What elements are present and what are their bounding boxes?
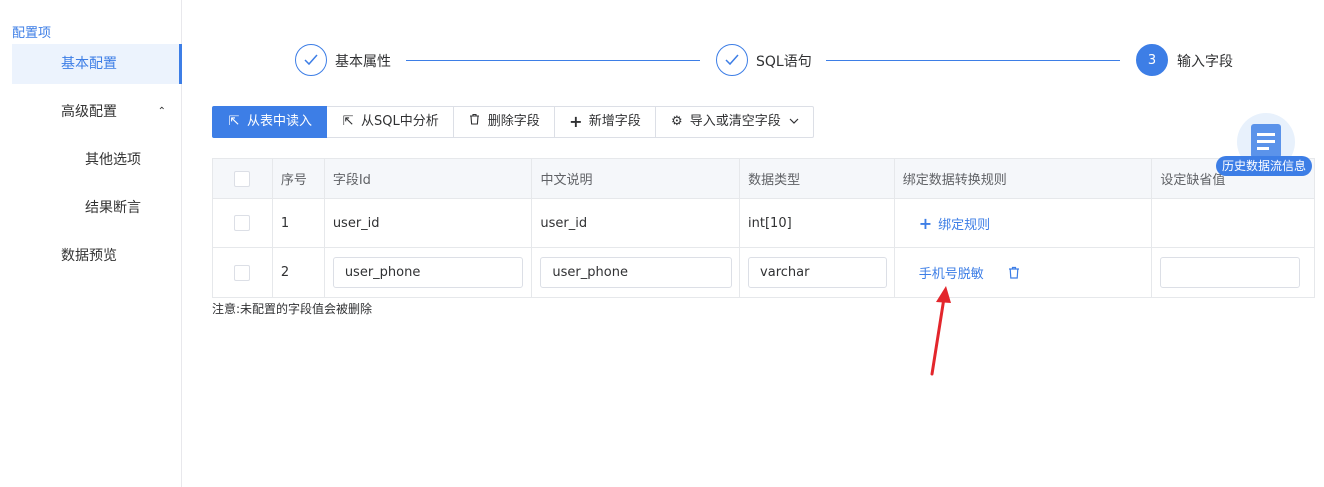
import-clear-dropdown[interactable]: ⚙ 导入或清空字段 (655, 106, 814, 138)
default-cell (1152, 248, 1314, 297)
sidebar-item-data-preview[interactable]: 数据预览 (12, 236, 182, 276)
sidebar-item-label: 基本配置 (61, 56, 117, 72)
header-cell: 字段Id (325, 159, 533, 198)
desc-cell: user_id (532, 199, 741, 247)
sidebar-item-basic-config[interactable]: 基本配置 (12, 44, 182, 84)
analyze-sql-button[interactable]: ⇱ 从SQL中分析 (327, 106, 454, 138)
annotation-arrow-icon (930, 286, 951, 376)
step-2-done-icon (716, 44, 748, 76)
index-cell: 2 (273, 248, 325, 297)
step-label: SQL语句 (756, 54, 812, 70)
history-dataflow-label[interactable]: 历史数据流信息 (1216, 156, 1313, 176)
default-value-input[interactable] (1160, 257, 1301, 288)
row-checkbox[interactable] (234, 264, 251, 281)
trash-icon[interactable] (1008, 266, 1020, 279)
step-label: 基本属性 (335, 54, 391, 70)
button-label: 删除字段 (487, 114, 540, 129)
header-cell: 中文说明 (532, 159, 741, 198)
plus-icon: + (569, 112, 583, 131)
row-checkbox-cell (213, 199, 273, 247)
toolbar: ⇱ 从表中读入 ⇱ 从SQL中分析 删除字段 + 新增字段 ⚙ 导入或清空字段 (212, 106, 814, 138)
table-header-row: 序号 字段Id 中文说明 数据类型 绑定数据转换规则 设定缺省值 (213, 159, 1314, 199)
step-1-done-icon (295, 44, 327, 76)
desc-input[interactable]: user_phone (540, 257, 733, 288)
add-field-button[interactable]: + 新增字段 (554, 106, 656, 138)
header-cell: 绑定数据转换规则 (895, 159, 1153, 198)
default-cell (1152, 199, 1314, 247)
note-text: 注意:未配置的字段值会被删除 (212, 302, 373, 316)
chevron-down-icon (789, 107, 799, 137)
button-label: 导入或清空字段 (689, 114, 781, 129)
sidebar-item-advanced-config[interactable]: 高级配置 ⌃ (12, 92, 182, 132)
button-label: 从表中读入 (247, 114, 313, 129)
chevron-up-icon: ⌃ (157, 106, 166, 117)
type-cell: varchar (740, 248, 895, 297)
header-cell: 数据类型 (740, 159, 895, 198)
sidebar-item-other-options[interactable]: 其他选项 (12, 140, 182, 180)
type-cell: int[10] (740, 199, 895, 247)
sidebar-item-label: 其他选项 (85, 152, 141, 168)
row-checkbox-cell (213, 248, 273, 297)
field-id-cell: user_id (325, 199, 533, 247)
header-checkbox-cell (213, 159, 273, 198)
type-input[interactable]: varchar (748, 257, 888, 288)
import-icon: ⇱ (342, 114, 354, 129)
table-row: 1 user_id user_id int[10] + 绑定规则 (213, 199, 1314, 248)
rule-tag-link[interactable]: 手机号脱敏 (919, 263, 984, 282)
sidebar-item-label: 数据预览 (61, 248, 117, 264)
document-icon (1251, 124, 1281, 158)
select-all-checkbox[interactable] (234, 170, 251, 187)
fields-table: 序号 字段Id 中文说明 数据类型 绑定数据转换规则 设定缺省值 1 user_… (212, 158, 1315, 298)
step-label: 输入字段 (1177, 54, 1233, 70)
rule-cell: + 绑定规则 (895, 199, 1153, 247)
button-label: 从SQL中分析 (361, 114, 439, 129)
field-id-cell: user_phone (325, 248, 533, 297)
step-connector (826, 60, 1120, 61)
desc-cell: user_phone (532, 248, 741, 297)
step-connector (406, 60, 700, 61)
row-checkbox[interactable] (234, 215, 251, 231)
sidebar-item-label: 高级配置 (61, 104, 117, 120)
bind-rule-link[interactable]: + 绑定规则 (919, 214, 990, 233)
step-3-number: 3 (1136, 44, 1168, 76)
delete-field-button[interactable]: 删除字段 (453, 106, 555, 138)
sidebar-title: 配置项 (12, 26, 52, 41)
button-label: 新增字段 (588, 114, 641, 129)
import-icon: ⇱ (228, 114, 240, 129)
gear-icon: ⚙ (670, 114, 683, 129)
plus-icon: + (918, 213, 933, 233)
table-row: 2 user_phone user_phone varchar 手机号脱敏 (213, 248, 1314, 297)
index-cell: 1 (273, 199, 325, 247)
field-id-input[interactable]: user_phone (332, 257, 523, 288)
trash-icon (468, 107, 482, 137)
check-icon (725, 54, 739, 66)
sidebar-item-result-assertion[interactable]: 结果断言 (12, 188, 182, 228)
read-from-table-button[interactable]: ⇱ 从表中读入 (212, 106, 328, 138)
bind-rule-label: 绑定规则 (938, 217, 991, 233)
check-icon (304, 54, 318, 66)
sidebar: 配置项 基本配置 高级配置 ⌃ 其他选项 结果断言 数据预览 (0, 0, 182, 487)
sidebar-item-label: 结果断言 (85, 200, 141, 216)
header-cell: 序号 (273, 159, 325, 198)
